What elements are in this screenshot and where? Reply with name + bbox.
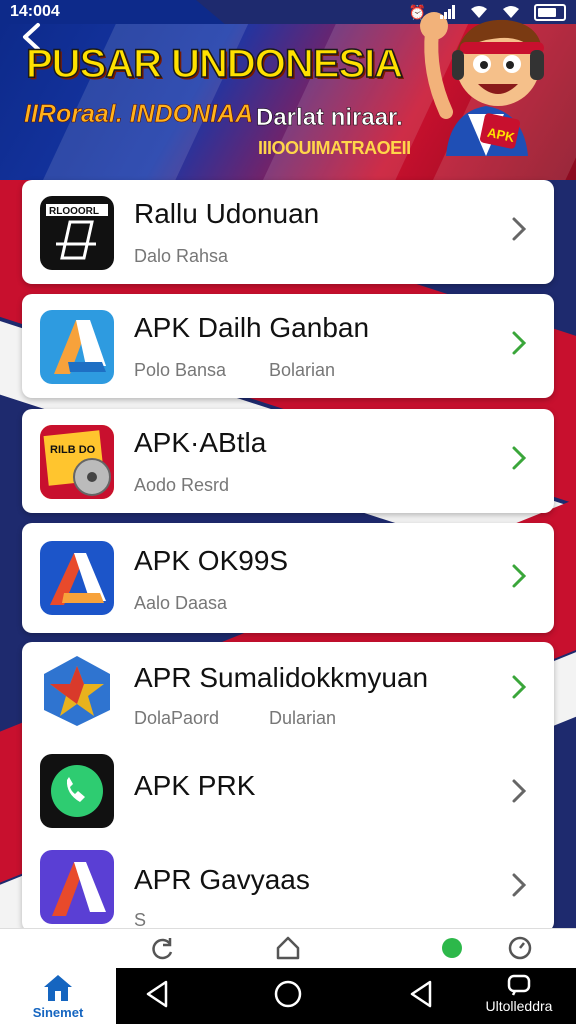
tab-right[interactable]: Ultolleddra xyxy=(474,974,564,1020)
app-card: APK Dailh Ganban Polo Bansa Bolarian xyxy=(22,294,554,398)
mascot-illustration: APK xyxy=(420,12,544,156)
app-name: APK PRK xyxy=(134,770,256,801)
refresh-icon[interactable] xyxy=(148,934,176,962)
app-category: Bolarian xyxy=(269,360,336,380)
app-icon-4 xyxy=(40,541,114,615)
house-outline-icon[interactable] xyxy=(274,934,302,962)
app-subtitle: Aalo Daasa xyxy=(134,593,228,613)
list-item-app-6[interactable]: APK PRK xyxy=(22,746,554,838)
alarm-icon: ⏰ xyxy=(408,3,426,20)
gauge-icon[interactable] xyxy=(506,934,534,962)
banner-subtitle-small: IIIOOUIMATRAOEII xyxy=(258,138,411,158)
app-name: APR Sumalidokkmyuan xyxy=(134,662,429,693)
battery-icon xyxy=(534,3,566,21)
app-icon-2 xyxy=(40,310,114,384)
chevron-right-icon xyxy=(512,446,527,470)
app-icon-3: RILB DO xyxy=(40,425,114,499)
chevron-right-icon xyxy=(512,675,527,699)
wifi-icon-2 xyxy=(503,6,519,18)
app-subtitle: Dalo Rahsa xyxy=(134,246,229,266)
status-dot-icon xyxy=(442,938,462,958)
app-name: APR Gavyaas xyxy=(134,864,310,895)
app-category: Dularian xyxy=(269,708,337,728)
banner-subtitle-right: Darlat niraar. xyxy=(256,104,403,132)
chevron-right-icon xyxy=(512,331,527,355)
back-triangle-icon[interactable] xyxy=(142,978,174,1010)
status-bar: 14:004 ⏰ xyxy=(0,0,576,24)
list-item-app-5[interactable]: APR Sumalidokkmyuan DolaPaord Dularian xyxy=(22,642,554,742)
app-card: RILB DO APK·ABtla Aodo Resrd xyxy=(22,409,554,513)
app-name: APK OK99S xyxy=(134,545,289,576)
circle-home-icon[interactable] xyxy=(272,978,304,1010)
app-subtitle: DolaPaord xyxy=(134,708,220,728)
banner-title: PUSAR UNDONESIA xyxy=(25,41,404,87)
app-card: APK OK99S Aalo Daasa xyxy=(22,523,554,633)
app-icon-6 xyxy=(40,754,114,828)
chevron-right-icon xyxy=(512,779,527,803)
app-subtitle: Polo Bansa xyxy=(134,360,227,380)
tab-home-label: Sinemet xyxy=(32,1004,84,1020)
app-icon-1: RLOOORL xyxy=(40,196,114,270)
list-item-app-2[interactable]: APK Dailh Ganban Polo Bansa Bolarian xyxy=(22,294,554,398)
svg-text:RILB DO: RILB DO xyxy=(50,444,96,456)
chevron-right-icon xyxy=(512,217,527,241)
app-name: APK Dailh Ganban xyxy=(134,312,370,343)
list-item-app-7[interactable]: APR Gavyaas S xyxy=(22,840,554,932)
signal-icon xyxy=(440,5,455,19)
chevron-right-icon xyxy=(512,873,527,897)
app-card: RLOOORL Rallu Udonuan Dalo Rahsa xyxy=(22,180,554,284)
banner-subtitle-left: IIRoraal. INDONIAA xyxy=(24,100,254,129)
home-icon xyxy=(44,974,72,1001)
list-item-app-3[interactable]: RILB DO APK·ABtla Aodo Resrd xyxy=(22,409,554,513)
app-icon-7 xyxy=(40,850,114,924)
tab-home[interactable]: Sinemet xyxy=(0,968,116,1024)
status-time: 14:004 xyxy=(10,3,60,20)
svg-text:RLOOORL: RLOOORL xyxy=(49,206,99,217)
app-name: Rallu Udonuan xyxy=(134,198,320,229)
list-item-app-1[interactable]: RLOOORL Rallu Udonuan Dalo Rahsa xyxy=(22,180,554,284)
app-name: APK·ABtla xyxy=(134,427,267,458)
tab-right-label: Ultolleddra xyxy=(485,998,553,1014)
list-item-app-4[interactable]: APK OK99S Aalo Daasa xyxy=(22,523,554,633)
chat-icon xyxy=(507,974,531,996)
wifi-icon xyxy=(471,6,487,18)
app-card-group: APR Sumalidokkmyuan DolaPaord Dularian A… xyxy=(22,642,554,932)
app-icon-5 xyxy=(40,654,114,728)
chevron-right-icon xyxy=(512,564,527,588)
app-subtitle: Aodo Resrd xyxy=(134,475,230,495)
recents-icon[interactable] xyxy=(406,978,438,1010)
